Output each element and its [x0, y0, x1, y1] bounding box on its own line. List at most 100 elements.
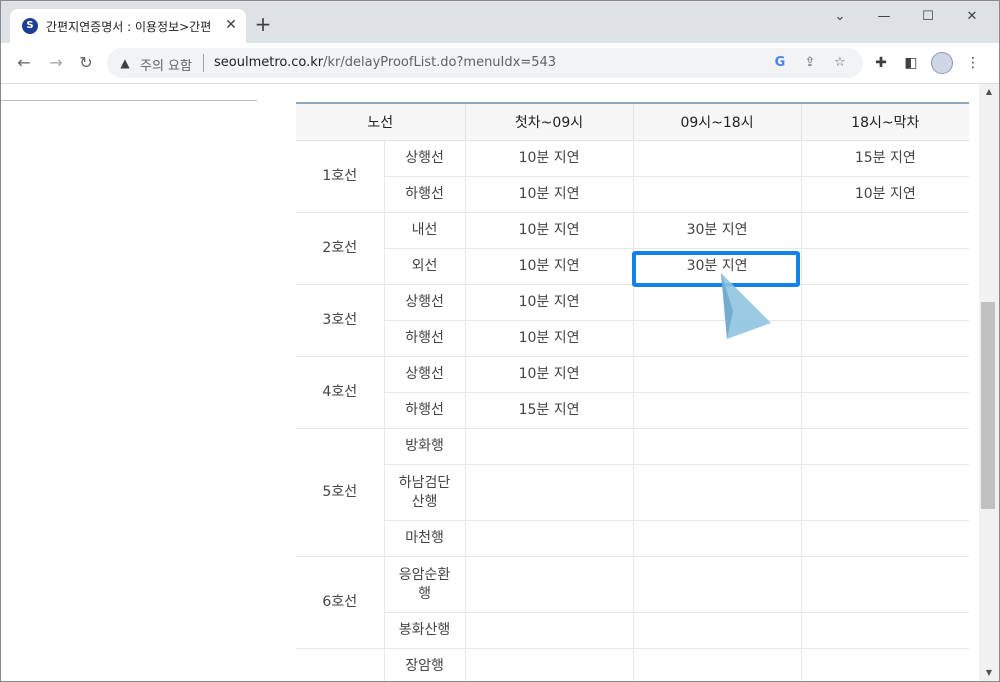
window-close-button[interactable]: ✕: [957, 7, 987, 27]
line-name: 1호선: [296, 140, 385, 213]
delay-cell: [465, 520, 634, 557]
delay-cell: [633, 648, 802, 681]
line-name: 5호선: [296, 428, 385, 557]
delay-cell: 10분 지연: [465, 140, 634, 177]
reload-icon[interactable]: ↻: [75, 52, 97, 74]
delay-cell: 15분 지연: [465, 392, 634, 429]
pointer-arrow-icon: [721, 273, 771, 339]
menu-dots-icon[interactable]: ⋮: [963, 53, 983, 73]
warning-triangle-icon[interactable]: ▲: [117, 55, 133, 71]
address-separator: [203, 54, 204, 72]
page-scrollbar[interactable]: ▲ ▼: [979, 84, 999, 681]
direction: 하행선: [384, 392, 466, 429]
tab-title: 간편지연증명서 : 이용정보>간편: [46, 20, 212, 34]
delay-cell: [801, 612, 970, 649]
table-row: 봉화산행: [296, 612, 970, 649]
line-name: 4호선: [296, 356, 385, 429]
delay-cell: [633, 392, 802, 429]
window-minimize-button[interactable]: —: [869, 7, 899, 27]
delay-cell: [801, 320, 970, 357]
address-bar[interactable]: ▲ 주의 요함 seoulmetro.co.kr/kr/delayProofLi…: [107, 48, 863, 78]
delay-cell: [801, 520, 970, 557]
table-row: 1호선 상행선 10분 지연 15분 지연: [296, 140, 970, 213]
back-arrow-icon[interactable]: ←: [13, 52, 35, 74]
line-name: 3호선: [296, 284, 385, 357]
header-18-to-last: 18시~막차: [801, 104, 970, 141]
scroll-down-arrow-icon[interactable]: ▼: [979, 665, 999, 681]
delay-cell: 10분 지연: [465, 320, 634, 357]
scroll-thumb[interactable]: [981, 302, 995, 509]
delay-cell: [465, 464, 634, 521]
url-path: /kr/delayProofList.do?menuIdx=543: [323, 55, 557, 70]
delay-cell: 10분 지연: [465, 212, 634, 249]
google-translate-icon[interactable]: G: [771, 54, 789, 72]
delay-proof-table: 노선 첫차~09시 09시~18시 18시~막차 1호선 상행선 10분 지연 …: [296, 104, 970, 681]
profile-avatar[interactable]: [931, 52, 953, 74]
table-row: 하행선 10분 지연 10분 지연: [296, 176, 970, 213]
side-panel-icon[interactable]: ◧: [901, 53, 921, 73]
table-row: 장암행: [296, 648, 970, 681]
line-name: 6호선: [296, 556, 385, 649]
delay-cell: [633, 556, 802, 613]
delay-cell: 10분 지연: [465, 356, 634, 393]
tab-strip: S 간편지연증명서 : 이용정보>간편 ✕ + ⌄ — ☐ ✕: [1, 1, 999, 43]
table-row: 3호선 상행선 10분 지연: [296, 284, 970, 357]
delay-cell: [633, 464, 802, 521]
direction: 봉화산행: [384, 612, 466, 649]
table-row: 하행선 15분 지연: [296, 392, 970, 429]
direction: 상행선: [384, 356, 466, 393]
delay-cell: [465, 612, 634, 649]
url-host: seoulmetro.co.kr: [214, 55, 324, 70]
delay-cell: [801, 284, 970, 321]
delay-cell: [633, 428, 802, 465]
security-warning-label[interactable]: 주의 요함: [140, 55, 192, 74]
share-icon[interactable]: ⇪: [801, 54, 819, 72]
table-row: 4호선 상행선 10분 지연: [296, 356, 970, 429]
bookmark-star-icon[interactable]: ☆: [831, 54, 849, 72]
delay-cell: [465, 428, 634, 465]
delay-cell: [633, 284, 802, 321]
sidebar-divider: [1, 100, 257, 101]
url-text[interactable]: seoulmetro.co.kr/kr/delayProofList.do?me…: [214, 55, 556, 70]
forward-arrow-icon[interactable]: →: [45, 52, 67, 74]
browser-tab[interactable]: S 간편지연증명서 : 이용정보>간편 ✕: [10, 9, 246, 43]
extensions-puzzle-icon[interactable]: ✚: [871, 53, 891, 73]
direction: 방화행: [384, 428, 466, 465]
delay-cell: [633, 320, 802, 357]
table-row: 하남검단 산행: [296, 464, 970, 521]
tab-search-icon[interactable]: ⌄: [825, 7, 855, 27]
table-row: 마천행: [296, 520, 970, 557]
direction: 하남검단 산행: [384, 464, 466, 521]
direction: 상행선: [384, 140, 466, 177]
delay-cell: [633, 140, 802, 177]
browser-window: S 간편지연증명서 : 이용정보>간편 ✕ + ⌄ — ☐ ✕ ← → ↻ ▲ …: [0, 0, 1000, 682]
delay-cell: [801, 356, 970, 393]
delay-cell: 10분 지연: [801, 176, 970, 213]
delay-cell: 10분 지연: [465, 176, 634, 213]
delay-cell: [801, 648, 970, 681]
delay-cell: [633, 612, 802, 649]
direction: 마천행: [384, 520, 466, 557]
delay-cell: [801, 248, 970, 285]
delay-cell: 10분 지연: [465, 248, 634, 285]
table-row: 6호선 응암순환 행: [296, 556, 970, 649]
direction: 응암순환 행: [384, 556, 466, 613]
new-tab-button[interactable]: +: [252, 13, 274, 35]
line-name: [296, 648, 385, 681]
window-maximize-button[interactable]: ☐: [913, 7, 943, 27]
scroll-up-arrow-icon[interactable]: ▲: [979, 84, 999, 100]
direction: 내선: [384, 212, 466, 249]
page-content: 노선 첫차~09시 09시~18시 18시~막차 1호선 상행선 10분 지연 …: [1, 84, 979, 681]
direction: 하행선: [384, 176, 466, 213]
delay-cell: [633, 176, 802, 213]
table-row: 5호선 방화행: [296, 428, 970, 557]
delay-cell: [633, 520, 802, 557]
delay-cell: [801, 428, 970, 465]
delay-table-wrapper: 노선 첫차~09시 09시~18시 18시~막차 1호선 상행선 10분 지연 …: [296, 102, 970, 681]
delay-cell: [465, 648, 634, 681]
browser-toolbar: ← → ↻ ▲ 주의 요함 seoulmetro.co.kr/kr/delayP…: [1, 43, 999, 84]
direction: 장암행: [384, 648, 466, 681]
direction: 상행선: [384, 284, 466, 321]
table-row: 하행선 10분 지연: [296, 320, 970, 357]
tab-close-icon[interactable]: ✕: [222, 16, 240, 34]
